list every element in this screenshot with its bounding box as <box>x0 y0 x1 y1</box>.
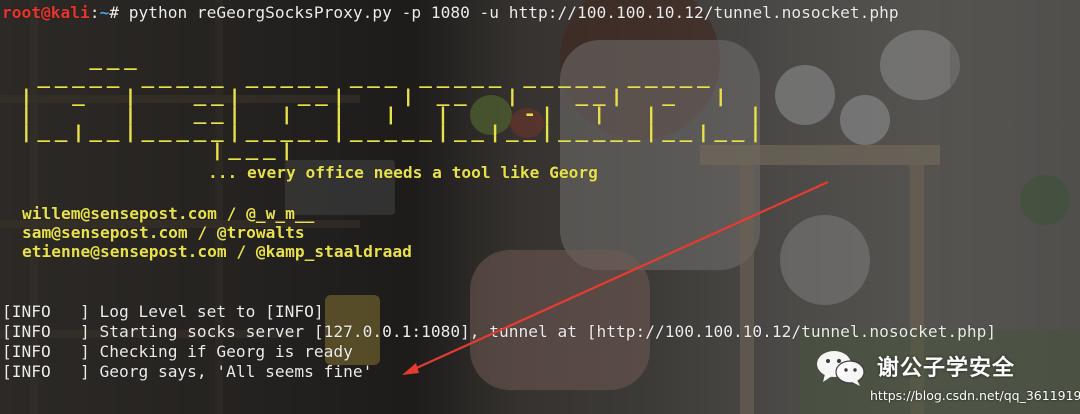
wechat-icon <box>815 349 867 386</box>
watermark-url: https://blog.csdn.net/qq_36119192 <box>870 388 1080 403</box>
terminal-window[interactable]: root@kali:~# python reGeorgSocksProxy.py… <box>0 0 1080 414</box>
wechat-watermark: 谢公子学安全 <box>815 345 1065 387</box>
watermark-brand: 谢公子学安全 <box>877 356 1016 381</box>
